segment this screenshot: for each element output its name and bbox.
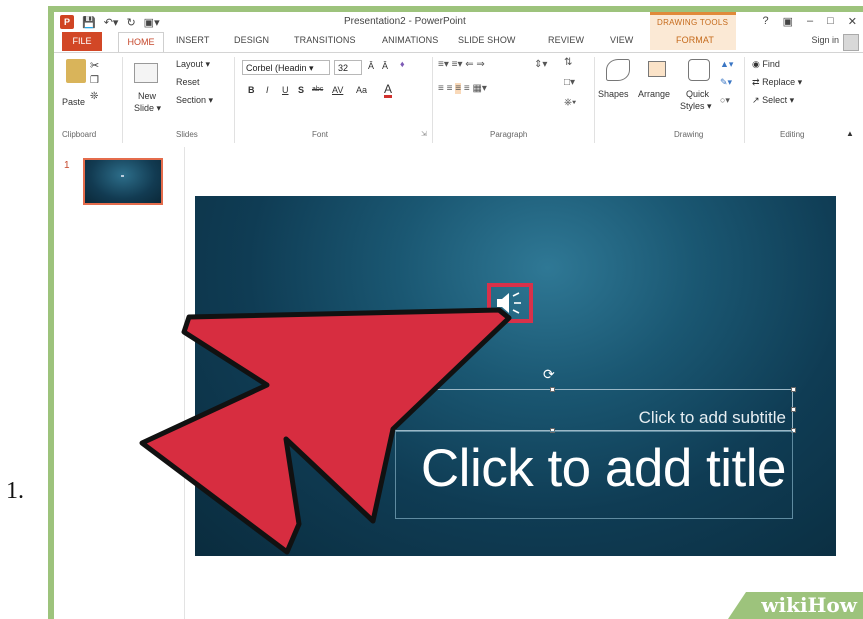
step-number: 1. (6, 478, 24, 504)
red-arrow-annotation (139, 307, 512, 555)
wikihow-watermark: wikiHow (761, 593, 857, 617)
powerpoint-window: P 💾 ↶▾ ↻ ▣▾ Presentation2 - PowerPoint ?… (54, 12, 863, 619)
